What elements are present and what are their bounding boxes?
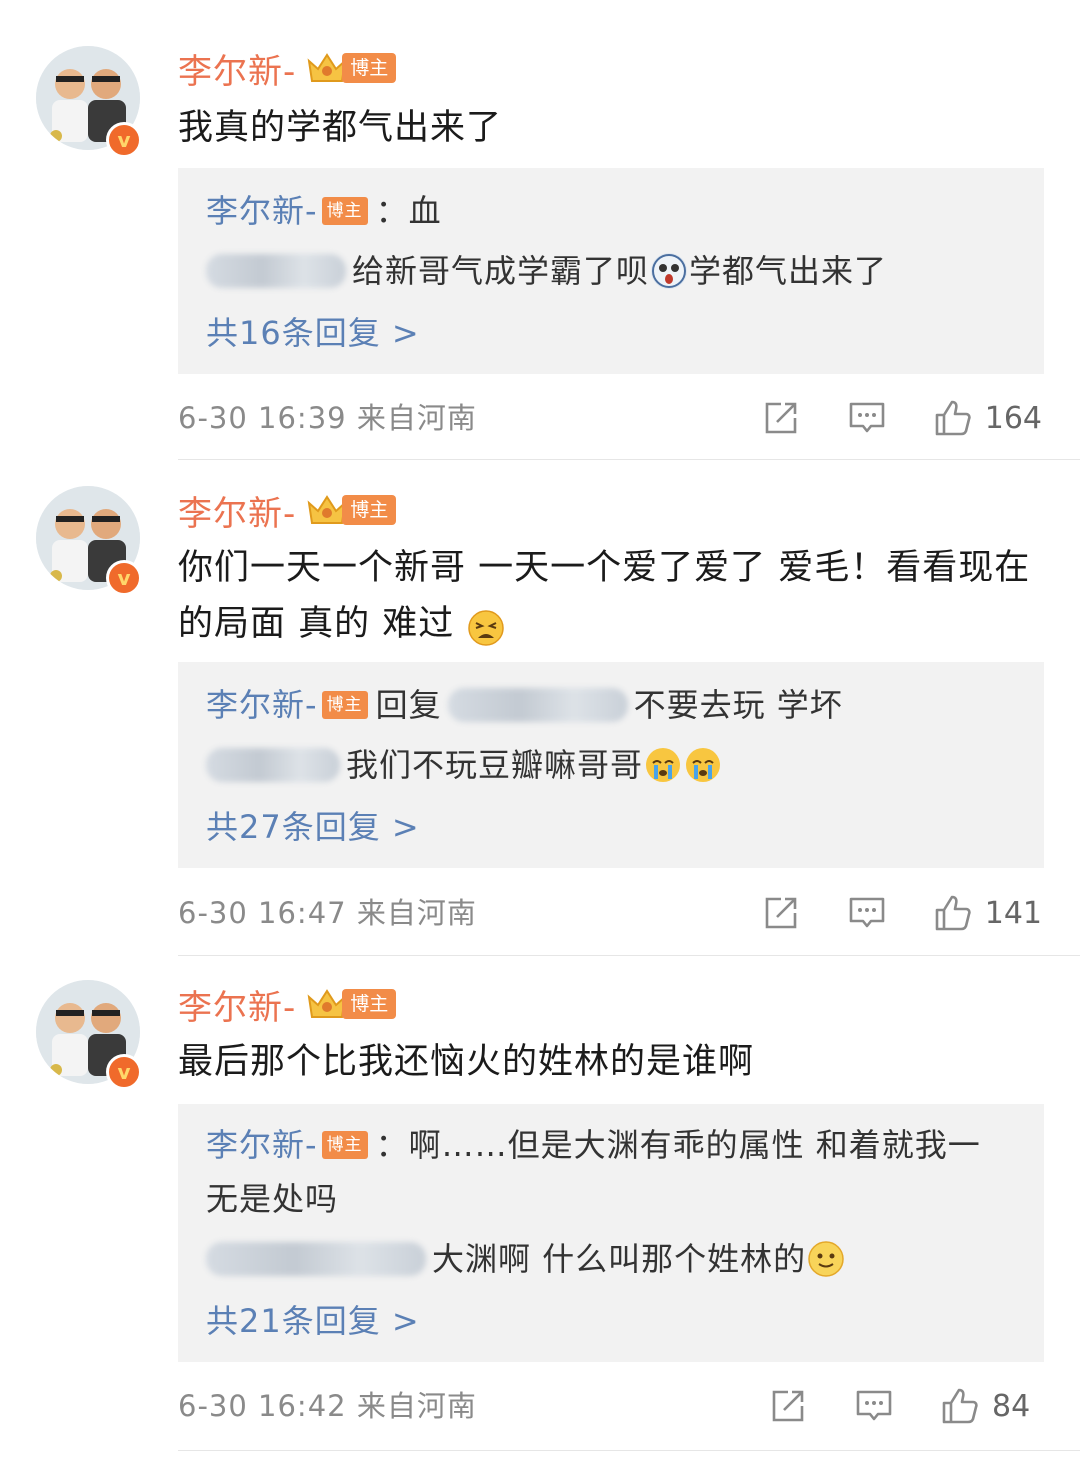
divider	[178, 1450, 1080, 1451]
comment-item: v 李尔新- 博主 最后那个比我还恼火的姓林的是谁啊 李尔新- 博主 ：啊……但…	[0, 0, 1080, 1464]
blogger-badge: 博主	[306, 987, 397, 1021]
author-row: 李尔新- 博主	[178, 984, 397, 1028]
reply-preview-box[interactable]: 李尔新- 博主 ：啊……但是大渊有乖的属性 和着就我一 无是处吗 大渊啊 什么叫…	[178, 1104, 1044, 1362]
reply-text-continued: 无是处吗	[206, 1180, 339, 1218]
smile-face-emoji	[808, 1241, 844, 1277]
timestamp: 6-30 16:42	[178, 1389, 347, 1423]
action-bar: 84	[722, 1384, 1042, 1428]
like-count: 84	[992, 1388, 1031, 1424]
comment-text: 最后那个比我还恼火的姓林的是谁啊	[178, 1042, 755, 1082]
reply-line: 李尔新- 博主 ：啊……但是大渊有乖的属性 和着就我一	[206, 1124, 981, 1166]
author-name[interactable]: 李尔新-	[178, 980, 296, 1029]
verified-icon: v	[106, 1054, 142, 1090]
reply-line: 大渊啊 什么叫那个姓林的	[206, 1238, 846, 1280]
like-icon[interactable]	[940, 1386, 980, 1426]
comment-icon[interactable]	[854, 1386, 894, 1426]
comment-meta: 6-30 16:42 来自河南	[178, 1386, 477, 1426]
blogger-badge-label: 博主	[342, 989, 397, 1019]
reply-text: 大渊啊 什么叫那个姓林的	[432, 1240, 807, 1278]
reply-line: 无是处吗	[206, 1178, 338, 1220]
view-more-replies-link[interactable]: 共21条回复 >	[206, 1300, 420, 1342]
share-icon[interactable]	[768, 1386, 808, 1426]
reply-author-name[interactable]: 李尔新-	[206, 1124, 318, 1166]
location: 来自河南	[356, 1389, 477, 1423]
blurred-username	[206, 1242, 426, 1276]
blogger-badge: 博主	[321, 1131, 368, 1159]
reply-text: ：啊……但是大渊有乖的属性 和着就我一	[375, 1126, 981, 1164]
